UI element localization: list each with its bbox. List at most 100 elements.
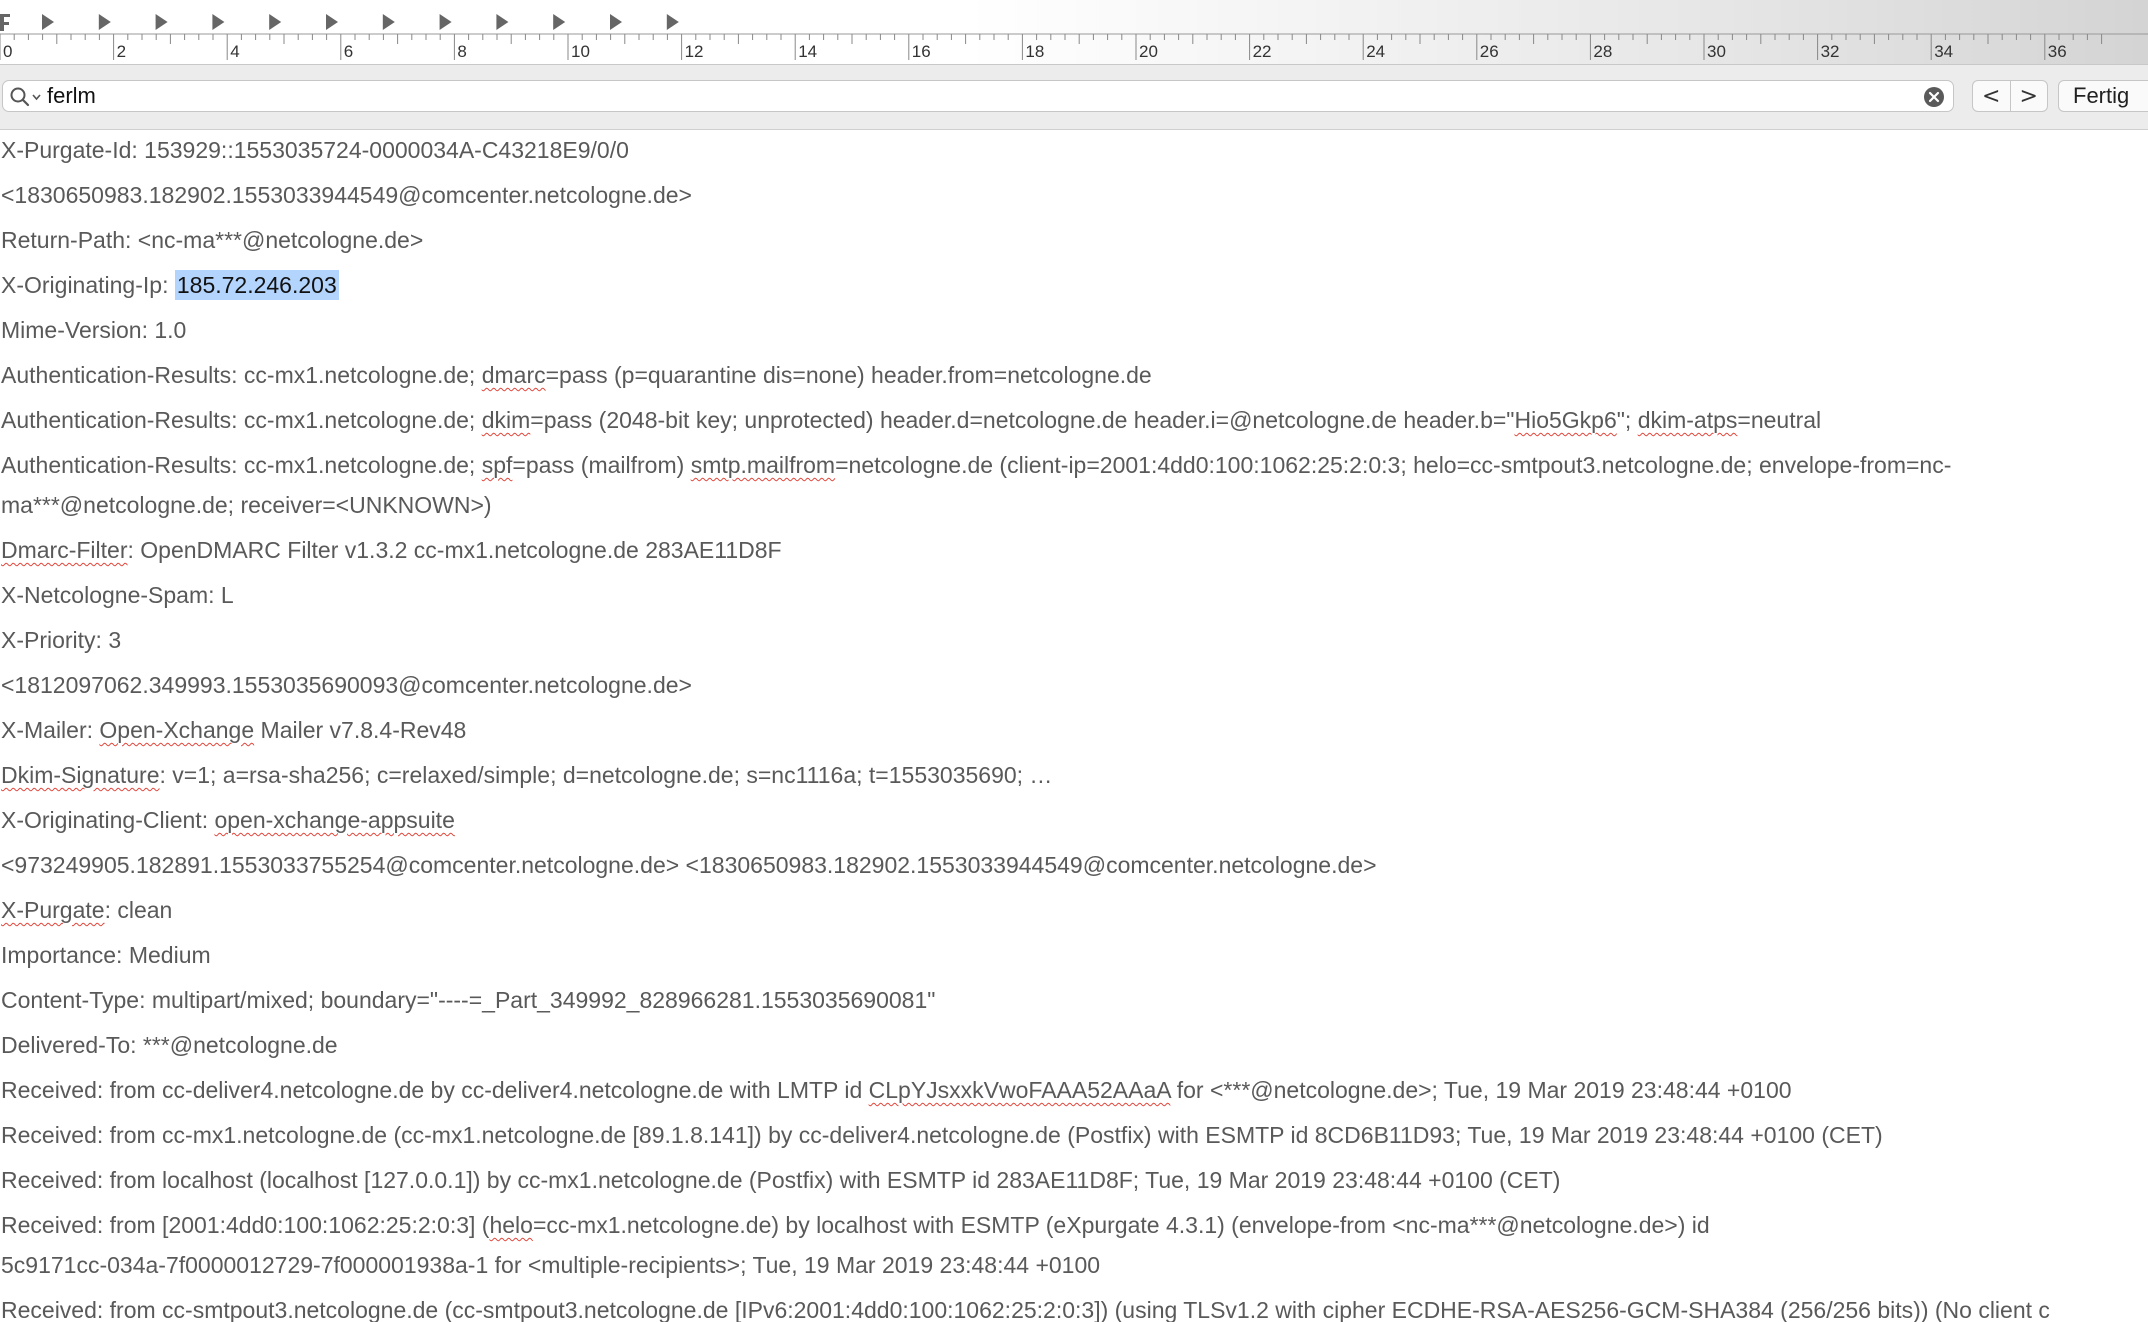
header-line-text: Authentication-Results: cc-mx1.netcologn… xyxy=(1,452,1951,478)
ruler-label: 12 xyxy=(685,42,704,61)
header-line-text: X-Originating-Ip: 185.72.246.203 xyxy=(1,270,339,300)
spelling-flagged-word: dkim-atps xyxy=(1637,407,1738,433)
spelling-flagged-word: open-xchange-appsuite xyxy=(214,807,455,833)
ruler-label: 4 xyxy=(230,42,239,61)
header-line-text: Importance: Medium xyxy=(1,942,211,968)
tab-stop-icon[interactable] xyxy=(212,14,225,30)
spelling-flagged-word: Dkim-Signature xyxy=(1,762,160,788)
text-segment: Authentication-Results: cc-mx1.netcologn… xyxy=(1,407,482,433)
tab-stop-icon[interactable] xyxy=(382,14,395,30)
tab-stop-icon[interactable] xyxy=(610,14,622,30)
clear-search-icon[interactable] xyxy=(1923,86,1945,113)
spelling-flagged-word: Dmarc-Filter xyxy=(1,537,128,563)
header-line: X-Purgate: clean xyxy=(0,890,2148,935)
header-line: Dkim-Signature: v=1; a=rsa-sha256; c=rel… xyxy=(0,755,2148,800)
header-line: X-Originating-Client: open-xchange-appsu… xyxy=(0,800,2148,845)
header-line-text: <1830650983.182902.1553033944549@comcent… xyxy=(1,182,692,208)
tab-stop-icon[interactable] xyxy=(666,14,679,30)
header-line: X-Priority: 3 xyxy=(0,620,2148,665)
text-segment: Importance: Medium xyxy=(1,942,211,968)
search-field[interactable] xyxy=(2,80,1954,112)
text-segment: X-Originating-Ip: xyxy=(1,272,175,298)
text-segment: Delivered-To: ***@netcologne.de xyxy=(1,1032,338,1058)
header-line: Return-Path: <nc-ma***@netcologne.de> xyxy=(0,220,2148,265)
text-segment: <1830650983.182902.1553033944549@comcent… xyxy=(1,182,692,208)
header-line-text: X-Originating-Client: open-xchange-appsu… xyxy=(1,807,455,833)
header-line-text: Authentication-Results: cc-mx1.netcologn… xyxy=(1,407,1821,433)
text-segment: Return-Path: <nc-ma***@netcologne.de> xyxy=(1,227,424,253)
text-segment: Authentication-Results: cc-mx1.netcologn… xyxy=(1,362,482,388)
spelling-flagged-word: dkim xyxy=(481,407,531,433)
ruler-scale: 0 2 4 6 8 10 12 14 16 18 20 22 24 26 28 30 32 34 36 xyxy=(0,14,2148,61)
header-line: <1830650983.182902.1553033944549@comcent… xyxy=(0,175,2148,220)
search-input[interactable] xyxy=(47,83,1887,109)
header-line-text: Received: from localhost (localhost [127… xyxy=(1,1167,1560,1193)
header-line: Authentication-Results: cc-mx1.netcologn… xyxy=(0,355,2148,400)
header-line-text: Received: from cc-deliver4.netcologne.de… xyxy=(1,1077,1792,1103)
header-line-text: X-Mailer: Open-Xchange Mailer v7.8.4-Rev… xyxy=(1,717,466,743)
text-segment: =pass (2048-bit key; unprotected) header… xyxy=(530,407,1515,433)
ruler-label: 36 xyxy=(2048,42,2067,61)
ruler-label: 18 xyxy=(1025,42,1044,61)
header-line-text: Mime-Version: 1.0 xyxy=(1,317,186,343)
email-headers-text[interactable]: X-Purgate-Id: 153929::1553035724-0000034… xyxy=(0,130,2148,1322)
next-match-button[interactable]: > xyxy=(2009,81,2048,111)
spelling-flagged-word: helo xyxy=(489,1212,533,1238)
ruler-label: 20 xyxy=(1139,42,1158,61)
text-segment: : OpenDMARC Filter v1.3.2 cc-mx1.netcolo… xyxy=(127,537,782,563)
text-segment: "; xyxy=(1616,407,1638,433)
spelling-flagged-word: Hio5Gkp6 xyxy=(1514,407,1617,433)
tab-stop-icon[interactable] xyxy=(269,14,282,30)
ruler-label: 34 xyxy=(1934,42,1953,61)
ruler-label: 22 xyxy=(1253,42,1272,61)
header-line-text: X-Netcologne-Spam: L xyxy=(1,582,234,608)
ruler-label: 8 xyxy=(457,42,466,61)
header-line-text: Dmarc-Filter: OpenDMARC Filter v1.3.2 cc… xyxy=(1,537,782,563)
left-margin-marker-icon[interactable] xyxy=(0,14,10,31)
header-line-text: Dkim-Signature: v=1; a=rsa-sha256; c=rel… xyxy=(1,762,1052,788)
ruler-label: 32 xyxy=(1821,42,1840,61)
spelling-flagged-word: Open-Xchange xyxy=(99,717,255,743)
text-segment: X-Purgate-Id: 153929::1553035724-0000034… xyxy=(1,137,629,163)
text-segment: : clean xyxy=(104,897,173,923)
header-line-text: Content-Type: multipart/mixed; boundary=… xyxy=(1,987,935,1013)
ruler-label: 16 xyxy=(912,42,931,61)
tab-stop-icon[interactable] xyxy=(553,14,566,30)
ruler-label: 26 xyxy=(1480,42,1499,61)
text-segment: =pass (mailfrom) xyxy=(512,452,691,478)
text-segment: Content-Type: multipart/mixed; boundary=… xyxy=(1,987,936,1013)
ruler-label: 6 xyxy=(344,42,353,61)
text-segment: X-Netcologne-Spam: L xyxy=(1,582,234,608)
header-line: X-Mailer: Open-Xchange Mailer v7.8.4-Rev… xyxy=(0,710,2148,755)
header-line-text: X-Purgate: clean xyxy=(1,897,172,923)
ruler-label: 24 xyxy=(1366,42,1385,61)
ruler-label: 14 xyxy=(798,42,817,61)
header-line: <973249905.182891.1553033755254@comcente… xyxy=(0,845,2148,890)
ruler: 0 2 4 6 8 10 12 14 16 18 20 22 24 26 28 30 32 34 36 xyxy=(0,0,2148,65)
header-line: X-Netcologne-Spam: L xyxy=(0,575,2148,620)
spelling-flagged-word: CLpYJsxxkVwoFAAA52AAaA xyxy=(868,1077,1171,1103)
header-line: Dmarc-Filter: OpenDMARC Filter v1.3.2 cc… xyxy=(0,530,2148,575)
header-line: Authentication-Results: cc-mx1.netcologn… xyxy=(0,400,2148,445)
text-segment: Mailer v7.8.4-Rev48 xyxy=(254,717,467,743)
text-segment: =pass (p=quarantine dis=none) header.fro… xyxy=(545,362,1152,388)
header-line-text: X-Purgate-Id: 153929::1553035724-0000034… xyxy=(1,137,629,163)
text-segment: =cc-mx1.netcologne.de) by localhost with… xyxy=(532,1212,1710,1238)
tab-stop-icon[interactable] xyxy=(439,14,452,30)
ruler-label: 30 xyxy=(1707,42,1726,61)
header-line: Received: from cc-smtpout3.netcologne.de… xyxy=(0,1290,2148,1322)
tab-stop-icon[interactable] xyxy=(98,14,111,30)
previous-match-button[interactable]: < xyxy=(1973,81,2010,111)
header-line: Received: from [2001:4dd0:100:1062:25:2:… xyxy=(0,1205,2148,1290)
header-line-text: <973249905.182891.1553033755254@comcente… xyxy=(1,852,1377,878)
highlighted-match: 185.72.246.203 xyxy=(174,270,339,300)
tab-stop-icon[interactable] xyxy=(496,14,509,30)
search-icon[interactable] xyxy=(9,86,43,113)
tab-stop-icon[interactable] xyxy=(155,14,168,30)
header-line: Received: from localhost (localhost [127… xyxy=(0,1160,2148,1205)
header-line: Authentication-Results: cc-mx1.netcologn… xyxy=(0,445,2148,530)
done-button[interactable]: Fertig xyxy=(2058,80,2148,112)
find-navigation: < > xyxy=(1972,80,2048,112)
tab-stop-icon[interactable] xyxy=(326,14,338,30)
tab-stop-icon[interactable] xyxy=(42,14,54,30)
